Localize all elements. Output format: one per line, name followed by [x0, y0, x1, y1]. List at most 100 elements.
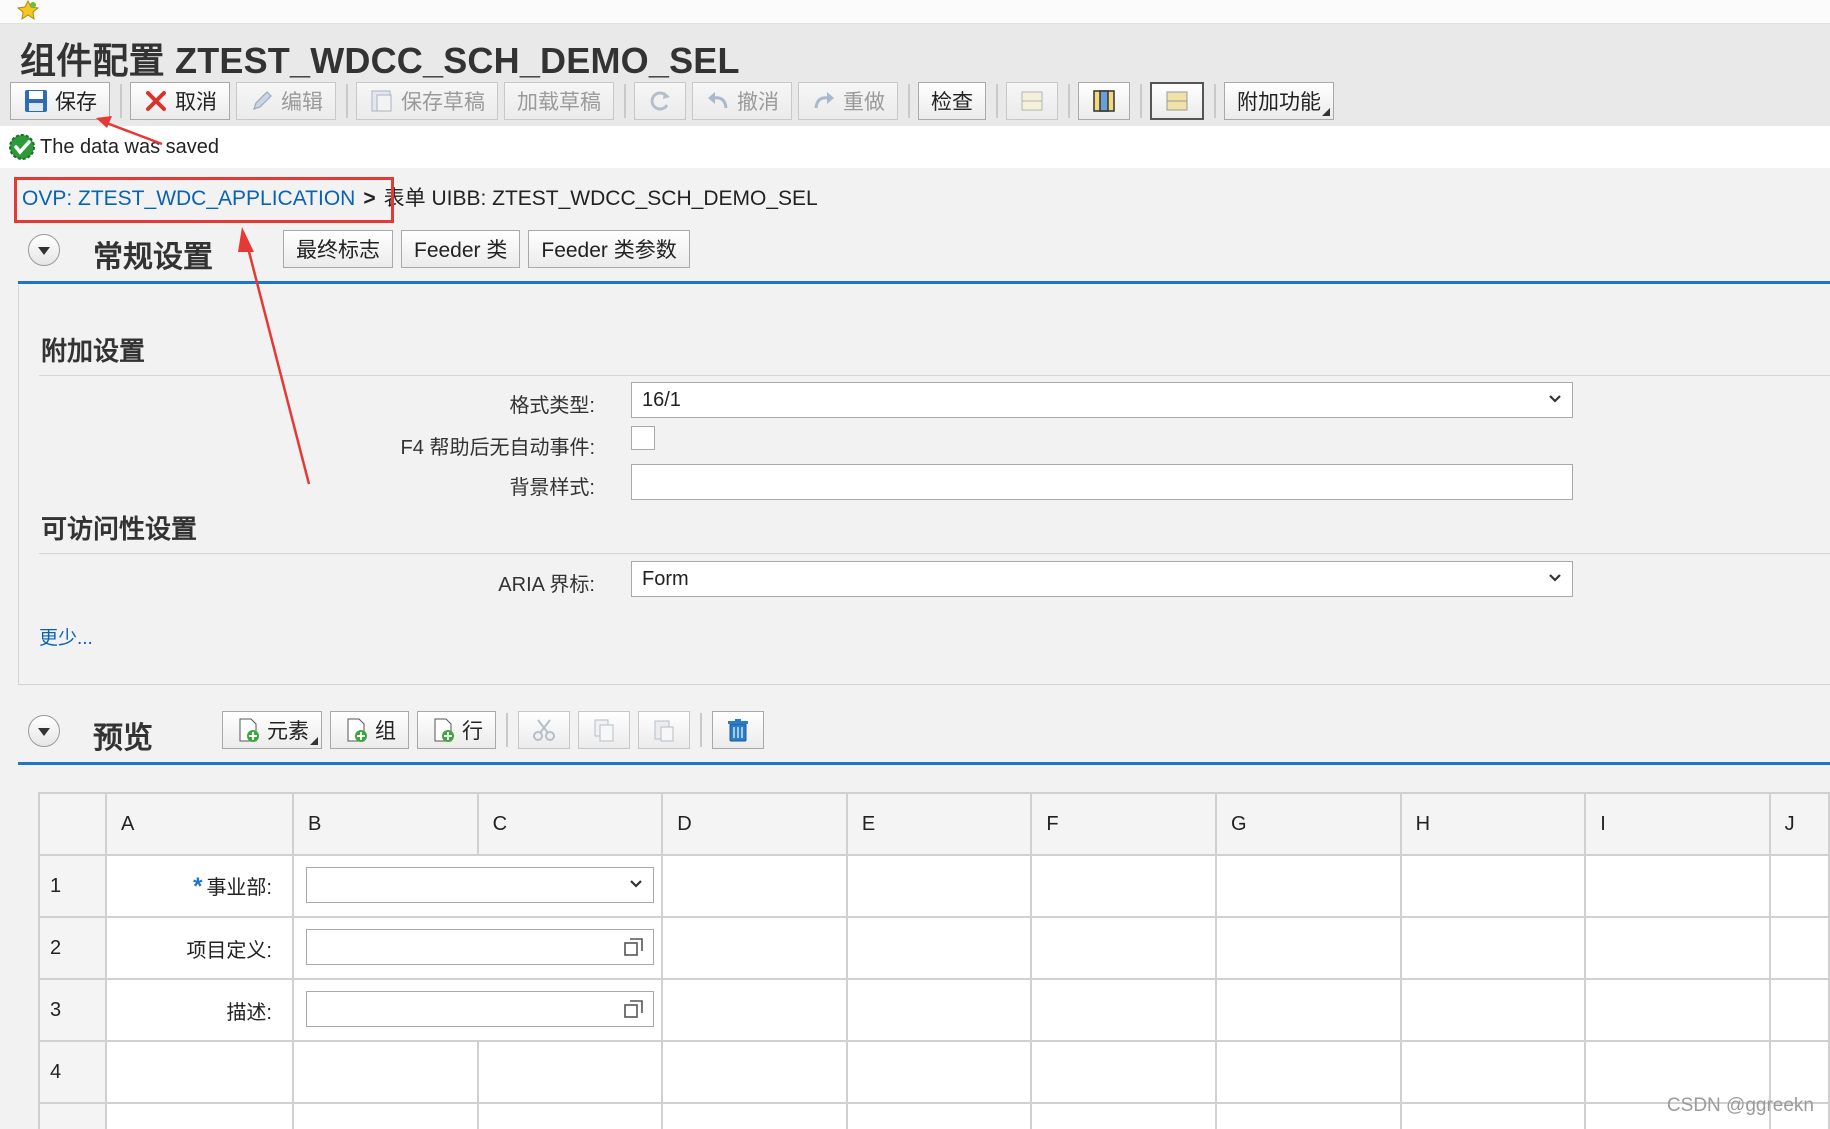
table-row: 2 项目定义: — [38, 916, 1830, 980]
grid-cell[interactable] — [476, 1102, 664, 1129]
layout-vertical-button[interactable] — [1078, 82, 1130, 120]
grid-cell[interactable] — [105, 1102, 294, 1129]
background-style-input[interactable] — [631, 464, 1573, 500]
row-field-cell[interactable] — [291, 978, 664, 1042]
grid-cell[interactable] — [1030, 854, 1217, 918]
division-dropdown[interactable] — [306, 867, 654, 903]
save-draft-button[interactable]: 保存草稿 — [356, 82, 498, 120]
add-element-button[interactable]: 元素 — [222, 711, 322, 749]
grid-cell[interactable] — [1214, 978, 1402, 1042]
aria-landmark-dropdown[interactable]: Form — [631, 561, 1573, 597]
grid-cell[interactable] — [1399, 1040, 1587, 1104]
cancel-button[interactable]: 取消 — [130, 82, 230, 120]
grid-cell[interactable] — [661, 1040, 848, 1104]
grid-cell[interactable] — [1768, 854, 1830, 918]
grid-cell[interactable] — [1214, 916, 1402, 980]
extra-functions-button[interactable]: 附加功能 — [1224, 82, 1334, 120]
refresh-button[interactable] — [634, 82, 686, 120]
add-row-button[interactable]: 行 — [417, 711, 496, 749]
feeder-class-button[interactable]: Feeder 类 — [401, 230, 521, 268]
grid-cell[interactable] — [292, 1102, 479, 1129]
grid-cell[interactable] — [1584, 916, 1771, 980]
grid-cell[interactable] — [1768, 978, 1830, 1042]
accessibility-title: 可访问性设置 — [41, 514, 198, 544]
delete-button[interactable] — [712, 711, 764, 749]
grid-cell[interactable] — [1030, 1040, 1217, 1104]
project-definition-input[interactable] — [306, 929, 654, 965]
row-field-cell[interactable] — [291, 854, 664, 918]
grid-cell[interactable] — [1399, 916, 1587, 980]
toolbar-separator — [1140, 84, 1142, 118]
show-less-link[interactable]: 更少... — [39, 623, 93, 650]
divider — [39, 553, 1830, 554]
grid-cell[interactable] — [1399, 854, 1587, 918]
row-label-cell[interactable]: 项目定义: — [105, 916, 294, 980]
value-help-icon[interactable] — [623, 936, 645, 958]
grid-cell[interactable] — [1214, 1040, 1402, 1104]
row-field-cell[interactable] — [291, 916, 664, 980]
redo-button[interactable]: 重做 — [798, 82, 898, 120]
settings-panel: 附加设置 格式类型: 16/1 F4 帮助后无自动事件: 背景样式: 可访问性设… — [18, 285, 1830, 685]
aria-landmark-value: Form — [642, 568, 689, 590]
add-group-button[interactable]: 组 — [330, 711, 409, 749]
save-label: 保存 — [55, 91, 97, 114]
row-label-cell[interactable]: * 事业部: — [105, 854, 294, 918]
copy-button[interactable] — [578, 711, 630, 749]
preview-title: 预览 — [93, 722, 153, 755]
grid-cell[interactable] — [1399, 978, 1587, 1042]
check-button[interactable]: 检查 — [918, 82, 986, 120]
cancel-label: 取消 — [175, 91, 217, 114]
load-draft-button[interactable]: 加载草稿 — [504, 82, 614, 120]
grid-cell[interactable] — [1214, 1102, 1402, 1129]
grid-cell[interactable] — [845, 916, 1033, 980]
undo-icon — [708, 92, 728, 109]
grid-cell[interactable] — [661, 978, 848, 1042]
layout-vertical-icon — [1093, 90, 1115, 112]
edit-button[interactable]: 编辑 — [236, 82, 336, 120]
save-button[interactable]: 保存 — [10, 82, 110, 120]
row-number: 1 — [38, 854, 108, 918]
general-settings-header: 常规设置 最终标志 Feeder 类 Feeder 类参数 — [18, 224, 1830, 284]
new-document-icon — [239, 718, 259, 742]
grid-cell[interactable] — [661, 1102, 848, 1129]
refresh-icon — [650, 91, 670, 111]
toolbar-separator — [996, 84, 998, 118]
grid-cell[interactable] — [1030, 916, 1217, 980]
collapse-toggle[interactable] — [28, 715, 60, 747]
grid-cell[interactable] — [292, 1040, 479, 1104]
feeder-params-button[interactable]: Feeder 类参数 — [528, 230, 690, 268]
value-help-icon[interactable] — [623, 998, 645, 1020]
grid-cell[interactable] — [845, 1102, 1033, 1129]
grid-cell[interactable] — [105, 1040, 294, 1104]
grid-cell[interactable] — [845, 1040, 1033, 1104]
grid-cell[interactable] — [1584, 978, 1771, 1042]
paste-button[interactable] — [638, 711, 690, 749]
grid-cell[interactable] — [476, 1040, 664, 1104]
grid-cell[interactable] — [845, 854, 1033, 918]
extra-functions-label: 附加功能 — [1237, 91, 1321, 114]
grid-cell[interactable] — [1399, 1102, 1587, 1129]
row-label-cell[interactable]: 描述: — [105, 978, 294, 1042]
grid-cell[interactable] — [661, 916, 848, 980]
final-flag-button[interactable]: 最终标志 — [283, 230, 393, 268]
f4-no-event-checkbox[interactable] — [631, 426, 655, 450]
copy-icon — [594, 719, 614, 742]
grid-cell[interactable] — [1768, 1040, 1830, 1104]
grid-cell[interactable] — [1214, 854, 1402, 918]
undo-button[interactable]: 撤消 — [692, 82, 792, 120]
grid-cell[interactable] — [845, 978, 1033, 1042]
grid-cell[interactable] — [1768, 916, 1830, 980]
format-type-dropdown[interactable]: 16/1 — [631, 382, 1573, 418]
preview-header: 预览 元素 组 行 — [18, 705, 1830, 765]
grid-cell[interactable] — [1584, 854, 1771, 918]
layout-stacked-button[interactable] — [1150, 82, 1204, 120]
grid-cell[interactable] — [1030, 978, 1217, 1042]
cut-button[interactable] — [518, 711, 570, 749]
table-row: 4 — [38, 1040, 1830, 1104]
layout-horizontal-button[interactable] — [1006, 82, 1058, 120]
grid-cell[interactable] — [1584, 1040, 1771, 1104]
grid-cell[interactable] — [1030, 1102, 1217, 1129]
collapse-toggle[interactable] — [28, 234, 60, 266]
description-input[interactable] — [306, 991, 654, 1027]
grid-cell[interactable] — [661, 854, 848, 918]
